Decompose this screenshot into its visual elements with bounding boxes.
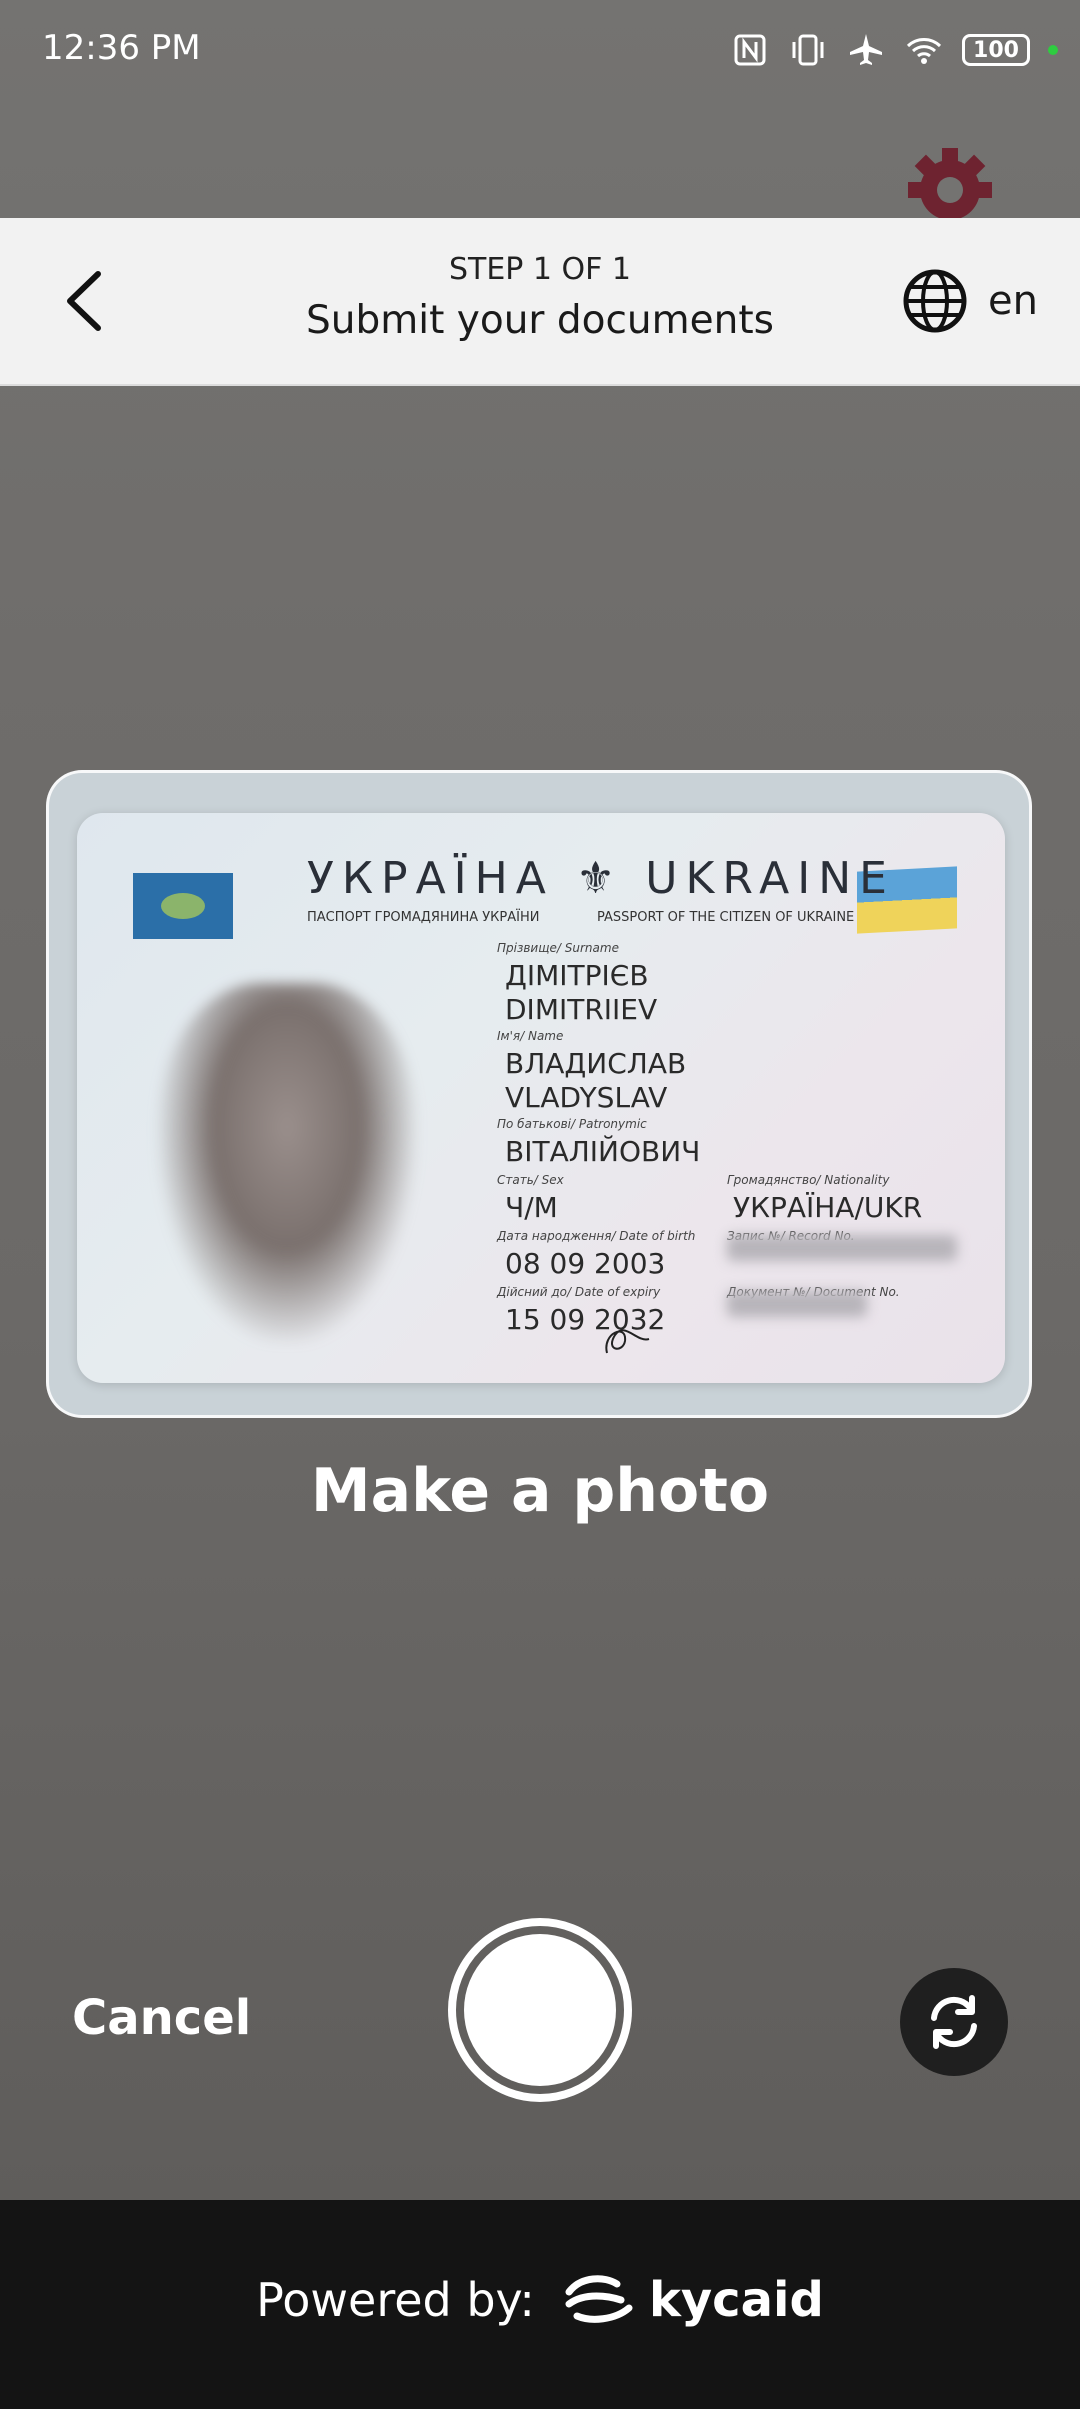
vibrate-icon bbox=[792, 34, 824, 66]
capture-instruction: Make a photo bbox=[310, 1456, 770, 1526]
name-label: Ім'я/ Name bbox=[497, 1029, 564, 1043]
switch-camera-button[interactable] bbox=[900, 1968, 1008, 2076]
powered-by: Powered by: kycaid bbox=[0, 2270, 1080, 2330]
globe-icon bbox=[903, 269, 967, 333]
card-country-title: УКРАЇНА ⚜ UKRAINE bbox=[307, 853, 895, 904]
powered-by-label: Powered by: bbox=[256, 2273, 535, 2327]
document-value-blurred bbox=[727, 1291, 867, 1317]
id-card-preview: УКРАЇНА ⚜ UKRAINE ПАСПОРТ ГРОМАДЯНИНА УК… bbox=[77, 813, 1005, 1383]
holder-photo bbox=[157, 983, 417, 1343]
dob-label: Дата народження/ Date of birth bbox=[497, 1229, 696, 1243]
wifi-icon bbox=[906, 38, 942, 64]
kycaid-logo-icon bbox=[565, 2275, 633, 2323]
airplane-icon bbox=[850, 34, 882, 65]
record-value-blurred bbox=[727, 1235, 957, 1261]
language-selector[interactable]: en bbox=[902, 268, 1038, 334]
document-frame: УКРАЇНА ⚜ UKRAINE ПАСПОРТ ГРОМАДЯНИНА УК… bbox=[46, 770, 1032, 1418]
charging-indicator bbox=[1048, 45, 1058, 55]
status-icons: 100 bbox=[730, 30, 1058, 70]
nationality-label: Громадянство/ Nationality bbox=[727, 1173, 890, 1187]
footer: Powered by: kycaid bbox=[0, 2200, 1080, 2409]
patronymic-value: ВІТАЛІЙОВИЧ bbox=[505, 1135, 701, 1168]
nfc-icon bbox=[734, 34, 766, 66]
sex-label: Стать/ Sex bbox=[497, 1173, 564, 1187]
sex-value: Ч/M bbox=[505, 1191, 558, 1224]
shutter-button[interactable] bbox=[448, 1918, 632, 2102]
status-bar: 12:36 PM 100 bbox=[0, 0, 1080, 100]
status-time: 12:36 PM bbox=[42, 28, 201, 68]
battery-icon: 100 bbox=[962, 34, 1030, 66]
dob-value: 08 09 2003 bbox=[505, 1247, 666, 1280]
patronymic-label: По батькові/ Patronymic bbox=[497, 1117, 647, 1131]
card-subtitle-en: PASSPORT OF THE CITIZEN OF UKRAINE bbox=[597, 910, 855, 925]
surname-en: DIMITRIIEV bbox=[505, 993, 658, 1026]
card-subtitle-uk: ПАСПОРТ ГРОМАДЯНИНА УКРАЇНИ bbox=[307, 910, 540, 925]
expiry-label: Дійсний до/ Date of expiry bbox=[497, 1285, 661, 1299]
switch-camera-icon bbox=[931, 1995, 977, 2049]
signature bbox=[605, 1329, 650, 1354]
brand-name: kycaid bbox=[648, 2272, 824, 2328]
surname-label: Прізвище/ Surname bbox=[497, 941, 619, 955]
app-header: STEP 1 OF 1 Submit your documents en bbox=[0, 218, 1080, 386]
nationality-value: УКРАЇНА/UKR bbox=[733, 1191, 923, 1224]
language-label: en bbox=[988, 278, 1038, 324]
name-uk: ВЛАДИСЛАВ bbox=[505, 1047, 687, 1080]
name-en: VLADYSLAV bbox=[505, 1081, 668, 1114]
brand-logo: kycaid bbox=[561, 2270, 824, 2330]
shutter-inner bbox=[464, 1934, 616, 2086]
card-emblem bbox=[133, 873, 233, 939]
surname-uk: ДІМІТРІЄВ bbox=[505, 959, 649, 992]
cancel-button[interactable]: Cancel bbox=[72, 1990, 251, 2046]
